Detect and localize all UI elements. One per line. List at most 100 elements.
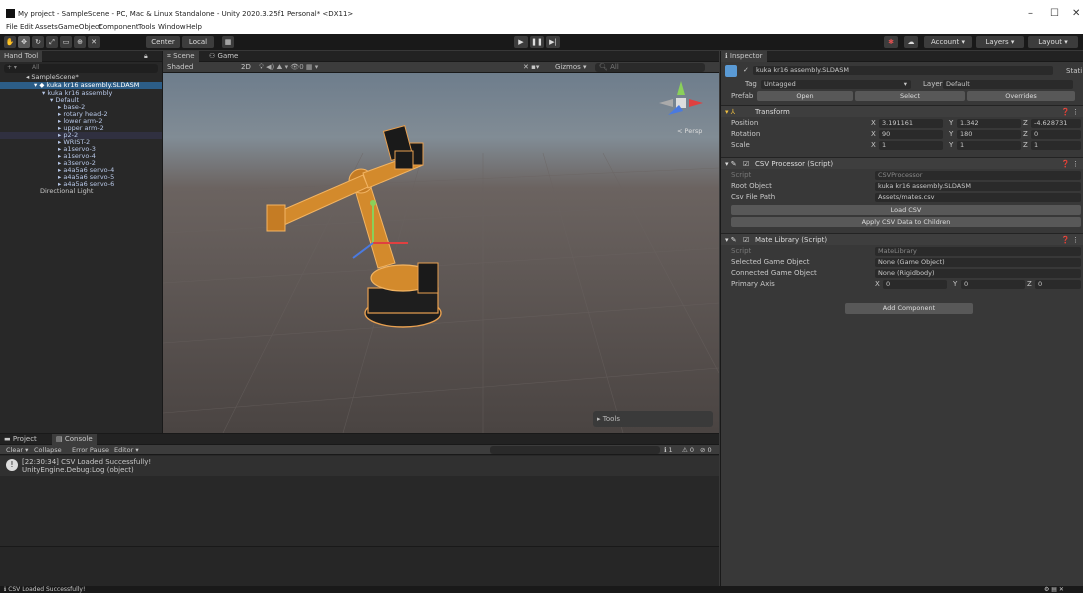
rect-tool-icon[interactable]: ▭ [60,36,72,48]
persp-label[interactable]: < Persp [677,127,702,135]
prefab-select-button[interactable]: Select [855,91,965,101]
info-icon: ! [6,459,18,471]
position-z[interactable]: -4.628731 [1031,119,1081,128]
hand-tool-icon[interactable]: ✋ [4,36,16,48]
prefab-open-button[interactable]: Open [757,91,853,101]
csv-processor-header[interactable]: ▾ ✎ ☑ CSV Processor (Script) ❓ ⋮ [721,157,1083,169]
hierarchy-scene-row[interactable]: ◂ SampleScene* [0,74,162,81]
space-toggle[interactable]: Local [182,36,214,48]
warning-count[interactable]: ⚠ 0 [682,445,694,455]
minimize-button[interactable]: – [1028,8,1033,19]
account-dropdown[interactable]: Account ▾ [924,36,972,48]
add-component-button[interactable]: Add Component [845,303,973,314]
hierarchy-item[interactable]: ▸ upper arm-2 [0,125,162,132]
tab-game[interactable]: ⚇ Game [205,51,242,62]
rotate-tool-icon[interactable]: ↻ [32,36,44,48]
csv-enabled-checkbox[interactable]: ☑ [743,158,749,170]
mate-library-header[interactable]: ▾ ✎ ☑ Mate Library (Script) ❓ ⋮ [721,233,1083,245]
transform-header[interactable]: ▾ ⅄ Transform ❓ ⋮ [721,105,1083,117]
csv-path-field[interactable]: Assets/mates.csv [875,193,1081,202]
mate-enabled-checkbox[interactable]: ☑ [743,234,749,246]
grid-snap-icon[interactable]: ▦ [222,36,234,48]
settings-icon[interactable]: ❓ ⋮ [1061,158,1079,170]
axis-x[interactable]: 0 [883,280,947,289]
play-button[interactable]: ▶ [514,36,528,48]
layers-dropdown[interactable]: Layers ▾ [976,36,1024,48]
move-tool-icon[interactable]: ✥ [18,36,30,48]
log-entry[interactable]: ! [22:30:34] CSV Loaded Successfully! Un… [0,456,719,476]
static-toggle[interactable]: Stati [1066,67,1082,75]
close-button[interactable]: ✕ [1072,8,1080,19]
2d-toggle[interactable]: 2D [241,63,251,71]
status-icons[interactable]: ⚙ ▤ ✕ [1044,586,1064,593]
cloud-icon[interactable]: ☁ [904,36,918,48]
console-search[interactable] [490,446,660,454]
selected-go-field[interactable]: None (Game Object) [875,258,1081,267]
position-y[interactable]: 1.342 [957,119,1021,128]
gizmos-dropdown[interactable]: Gizmos ▾ [555,63,587,71]
transform-tool-icon[interactable]: ⊕ [74,36,86,48]
tools-icon[interactable]: ✕ ▪▾ [523,63,539,71]
tag-dropdown[interactable]: Untagged ▾ [761,80,911,89]
menu-assets[interactable]: Assets [35,23,58,31]
scale-x[interactable]: 1 [879,141,943,150]
connected-go-field[interactable]: None (Rigidbody) [875,269,1081,278]
lighting-icon[interactable]: 💡︎ ◀) ⛰ ▾ 👁︎0 ▦ ▾ [259,63,318,72]
collab-icon[interactable]: ✱ [884,36,898,48]
kuka-robot-model[interactable] [266,125,442,328]
hierarchy-item[interactable]: ▾ kuka kr16 assembly [0,90,162,97]
position-x[interactable]: 3.191161 [879,119,943,128]
custom-tool-icon[interactable]: ✕ [88,36,100,48]
scale-y[interactable]: 1 [957,141,1021,150]
rotation-x[interactable]: 90 [879,130,943,139]
layout-dropdown[interactable]: Layout ▾ [1028,36,1078,48]
clear-button[interactable]: Clear ▾ [6,445,28,455]
hierarchy-item-directional-light[interactable]: Directional Light [0,188,162,195]
scale-z[interactable]: 1 [1031,141,1081,150]
layer-dropdown[interactable]: Default [943,80,1073,89]
hierarchy-item-kuka-assembly-selected[interactable]: ▾ ◆ kuka kr16 assembly.SLDASM [0,82,162,89]
settings-icon[interactable]: ❓ ⋮ [1061,106,1079,118]
collapse-button[interactable]: Collapse [34,445,62,455]
menu-edit[interactable]: Edit [20,23,34,31]
menu-help[interactable]: Help [186,23,202,31]
tools-overlay[interactable]: ▸ Tools [593,411,713,427]
menu-window[interactable]: Window [158,23,186,31]
axis-y[interactable]: 0 [961,280,1025,289]
hierarchy-search[interactable]: + ▾ All [4,64,158,73]
menu-component[interactable]: Component [98,23,139,31]
menu-tools[interactable]: Tools [138,23,155,31]
editor-dropdown[interactable]: Editor ▾ [114,445,139,455]
info-count[interactable]: ℹ 1 [664,445,673,455]
object-name-field[interactable]: kuka kr16 assembly.SLDASM [753,66,1053,75]
prefab-overrides-button[interactable]: Overrides [967,91,1075,101]
rotation-y[interactable]: 180 [957,130,1021,139]
maximize-button[interactable]: ☐ [1050,8,1059,19]
load-csv-button[interactable]: Load CSV [731,205,1081,215]
lock-icon[interactable]: 🔒︎ [140,51,152,62]
axis-z[interactable]: 0 [1035,280,1081,289]
error-pause-button[interactable]: Error Pause [72,445,109,455]
step-button[interactable]: ▶| [546,36,560,48]
root-object-row: Root Object kuka kr16 assembly.SLDASM [721,181,1083,192]
rotation-z[interactable]: 0 [1031,130,1081,139]
tab-console[interactable]: ▤ Console [52,434,97,445]
shading-dropdown[interactable]: Shaded [167,63,193,71]
tab-inspector[interactable]: ℹ Inspector [721,51,767,62]
scale-tool-icon[interactable]: ⤢ [46,36,58,48]
scene-viewport[interactable]: < Persp ▸ Tools [163,73,719,433]
apply-csv-button[interactable]: Apply CSV Data to Children [731,217,1081,227]
scene-search[interactable]: 🔍︎ All [595,63,705,72]
tab-scene[interactable]: ⌗ Scene [163,51,199,62]
error-count[interactable]: ⊘ 0 [700,445,712,455]
active-checkbox[interactable]: ✓ [743,66,749,74]
root-object-field[interactable]: kuka kr16 assembly.SLDASM [875,182,1081,191]
settings-icon[interactable]: ❓ ⋮ [1061,234,1079,246]
tab-project[interactable]: ▬ Project [0,434,41,445]
pause-button[interactable]: ❚❚ [530,36,544,48]
pivot-toggle[interactable]: Center [146,36,180,48]
menu-file[interactable]: File [6,23,18,31]
menu-gameobject[interactable]: GameObject [58,23,102,31]
orientation-gizmo[interactable] [659,81,703,115]
tab-hand-tool[interactable]: Hand Tool [0,51,43,62]
